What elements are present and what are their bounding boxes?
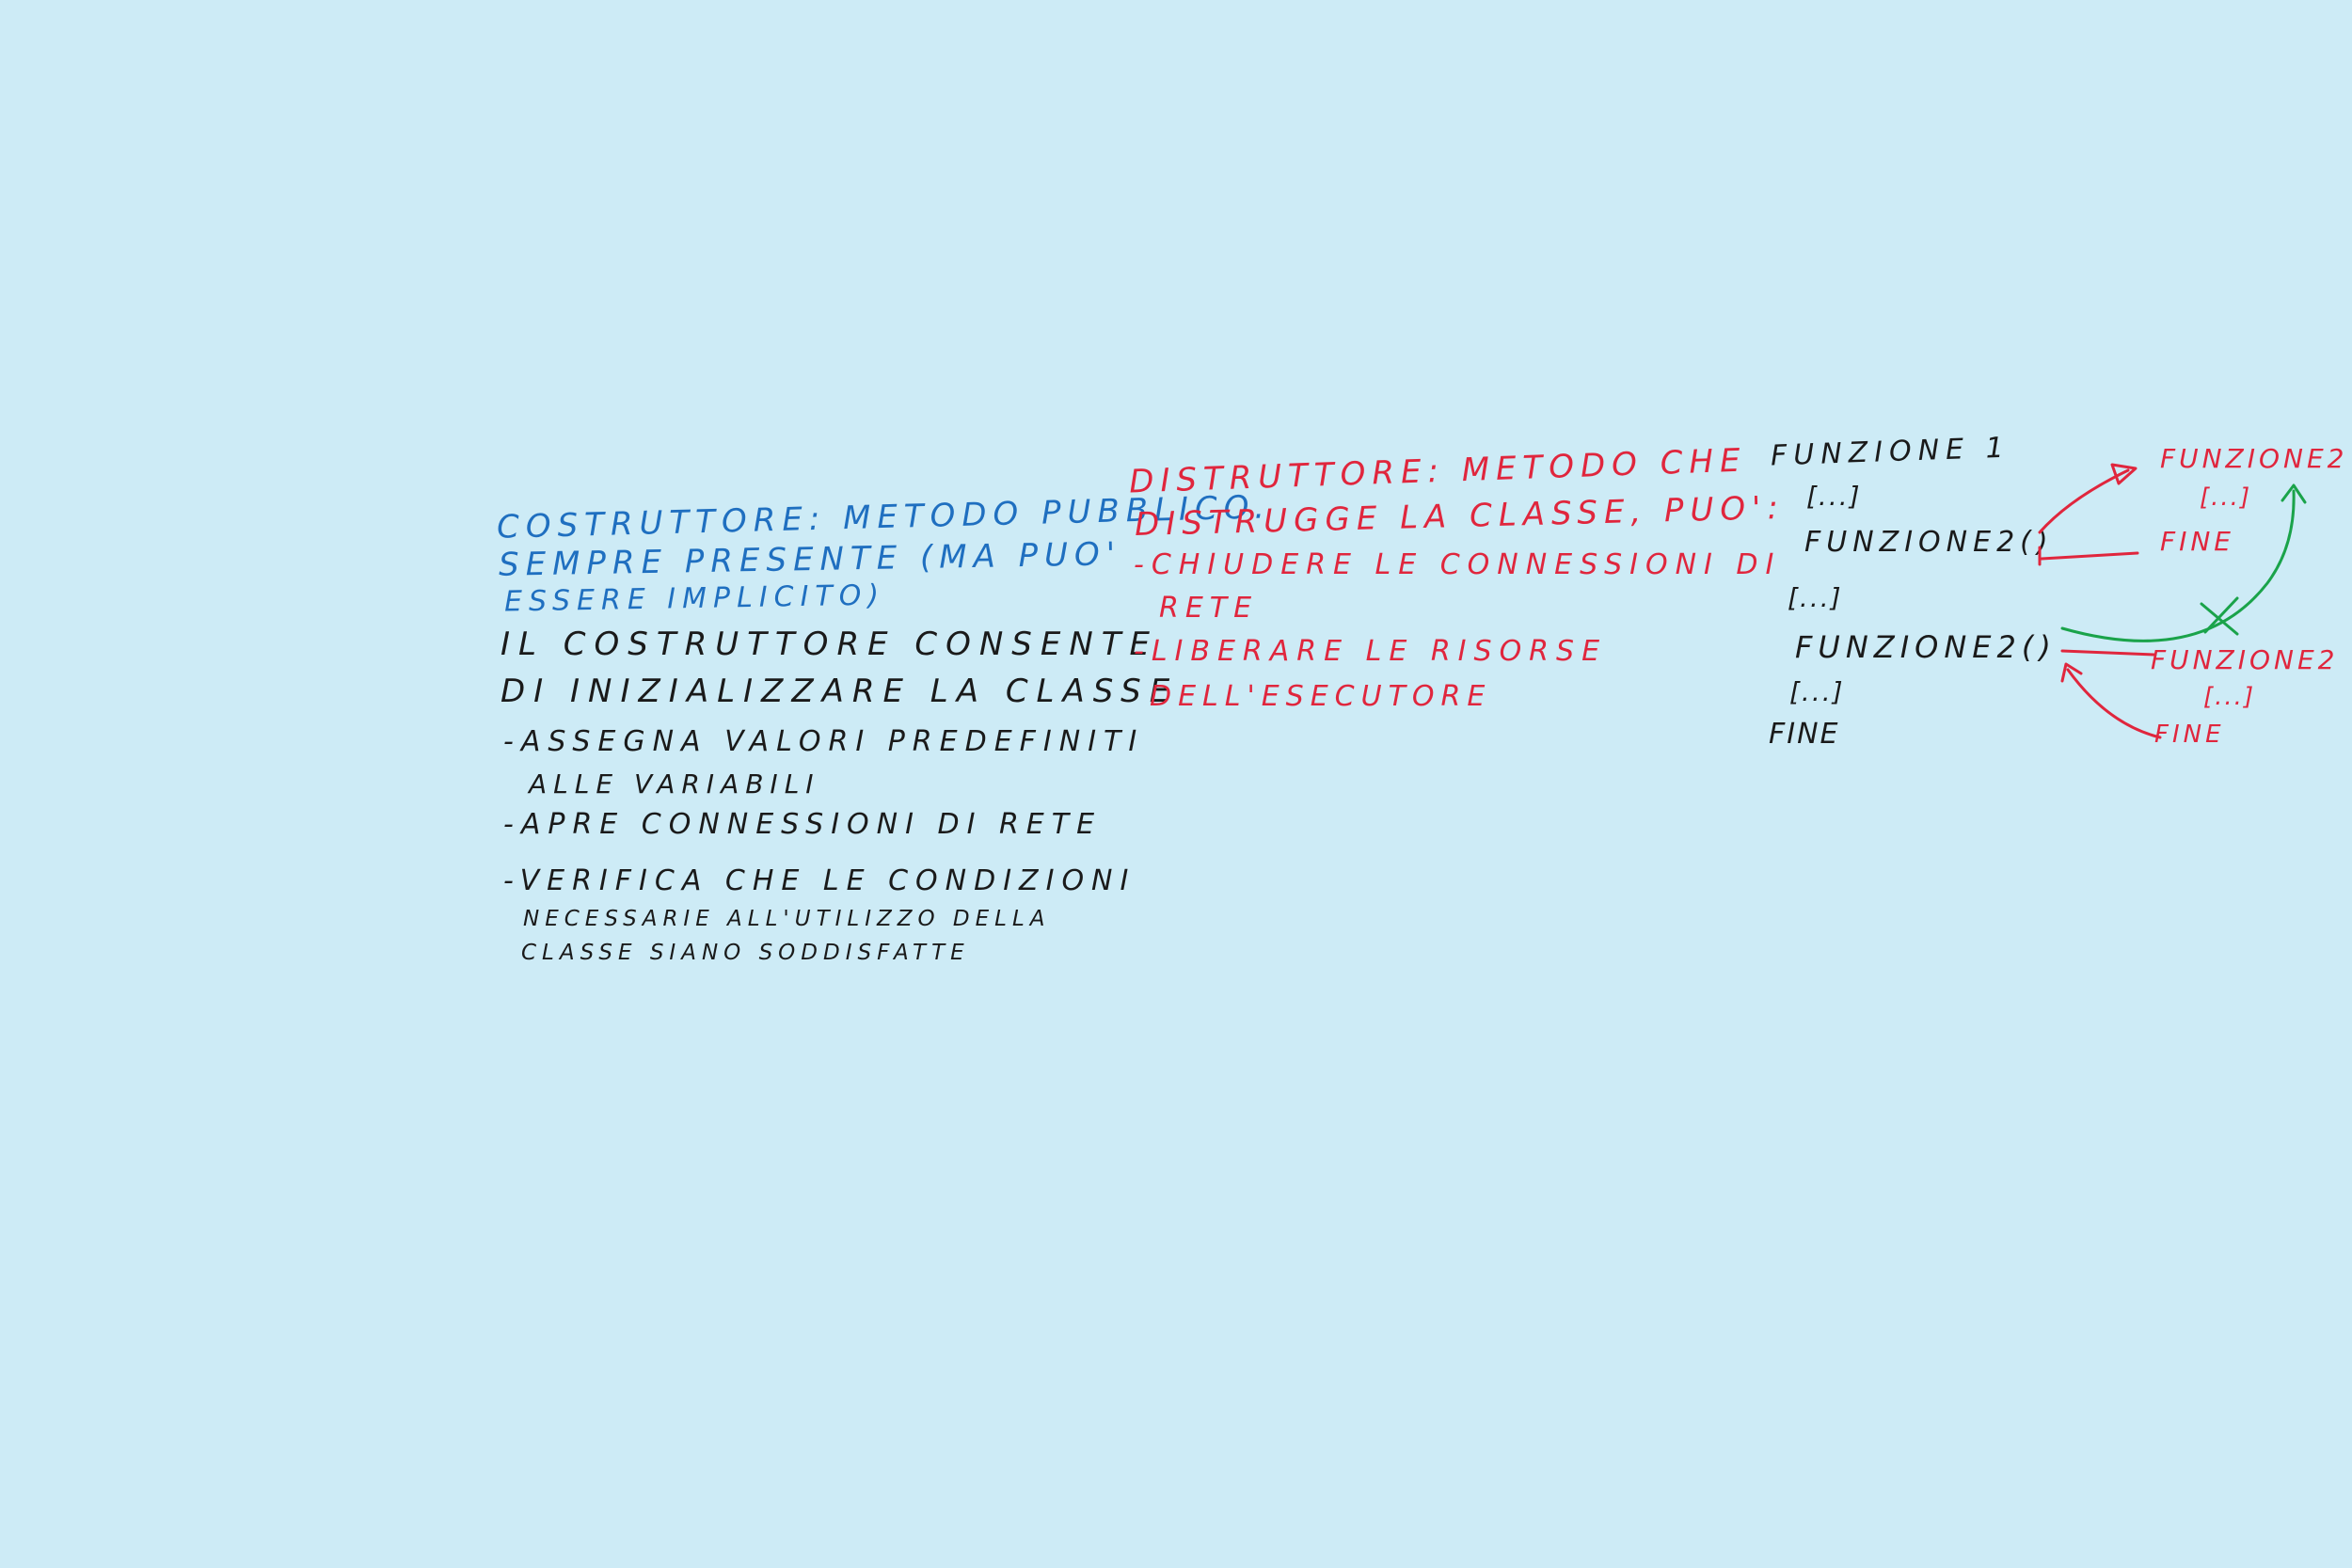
whiteboard-canvas: COSTRUTTORE: METODO PUBBLICO. SEMPRE PRE… [0, 0, 2352, 1568]
call-arrow-bottom [2060, 649, 2156, 657]
diagram-arrows [2038, 463, 2307, 739]
call-arrow-top-head [2110, 463, 2137, 485]
call-arrow-top [2038, 468, 2130, 534]
return-arrow-top [2040, 551, 2139, 561]
return-arrow-bottom [2066, 668, 2162, 739]
crossed-arrow [2060, 489, 2296, 642]
